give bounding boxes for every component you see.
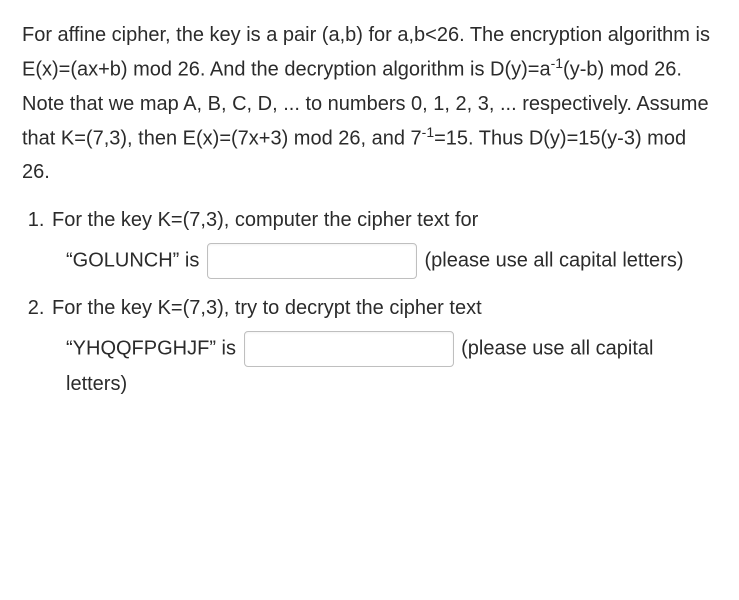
- q1-post-label: (please use all capital letters): [424, 250, 683, 272]
- q2-answer-input[interactable]: [244, 331, 454, 367]
- q2-prompt: For the key K=(7,3), try to decrypt the …: [52, 297, 482, 319]
- q2-pre-label: “YHQQFPGHJF” is: [66, 338, 236, 360]
- question-2: For the key K=(7,3), try to decrypt the …: [50, 291, 717, 401]
- intro-paragraph: For affine cipher, the key is a pair (a,…: [22, 18, 717, 189]
- intro-sup2: -1: [422, 124, 434, 140]
- q1-answer-input[interactable]: [207, 243, 417, 279]
- q1-pre-label: “GOLUNCH” is: [66, 250, 199, 272]
- q1-prompt: For the key K=(7,3), computer the cipher…: [52, 209, 478, 231]
- question-list: For the key K=(7,3), computer the cipher…: [22, 203, 717, 401]
- intro-sup1: -1: [551, 55, 563, 71]
- question-1: For the key K=(7,3), computer the cipher…: [50, 203, 717, 279]
